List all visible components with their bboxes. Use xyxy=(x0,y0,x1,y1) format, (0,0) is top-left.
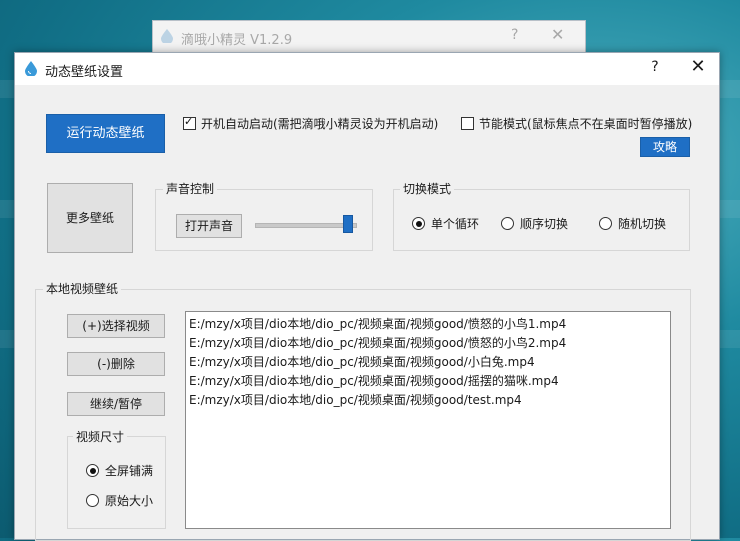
powersave-label: 节能模式(鼠标焦点不在桌面时暂停播放) xyxy=(479,117,693,131)
checkbox-checked-icon xyxy=(183,115,196,130)
checkbox-unchecked-icon xyxy=(461,117,474,130)
more-wallpapers-button[interactable]: 更多壁纸 xyxy=(47,183,133,253)
background-help-button[interactable]: ? xyxy=(511,27,518,43)
switch-mode-label: 切换模式 xyxy=(400,180,455,197)
background-close-button[interactable]: ✕ xyxy=(551,25,564,44)
list-item[interactable]: E:/mzy/x项目/dio本地/dio_pc/视频桌面/视频good/愤怒的小… xyxy=(189,315,670,334)
list-item[interactable]: E:/mzy/x项目/dio本地/dio_pc/视频桌面/视频good/test… xyxy=(189,391,670,410)
sound-control-label: 声音控制 xyxy=(163,180,218,197)
help-button[interactable]: ? xyxy=(645,59,665,75)
volume-slider-track[interactable] xyxy=(255,223,357,228)
window-title: 动态壁纸设置 xyxy=(45,65,124,80)
radio-fullscreen[interactable]: 全屏铺满 xyxy=(86,462,153,479)
radio-random[interactable]: 随机切换 xyxy=(599,215,666,232)
video-size-group xyxy=(67,436,166,529)
video-size-label: 视频尺寸 xyxy=(73,428,128,445)
radio-label: 顺序切换 xyxy=(520,217,569,231)
guide-button[interactable]: 攻略 xyxy=(640,137,690,157)
title-bar: 动态壁纸设置 ? ✕ xyxy=(15,53,719,85)
water-drop-icon xyxy=(25,61,37,76)
settings-window: 动态壁纸设置 ? ✕ 运行动态壁纸 开机自动启动(需把滴哦小精灵设为开机启动) … xyxy=(14,52,720,541)
radio-unselected-icon xyxy=(86,494,99,507)
delete-video-button[interactable]: (-)删除 xyxy=(67,352,165,376)
select-video-button[interactable]: (+)选择视频 xyxy=(67,314,165,338)
close-button[interactable]: ✕ xyxy=(687,56,709,77)
radio-selected-icon xyxy=(86,464,99,477)
radio-single-loop[interactable]: 单个循环 xyxy=(412,215,479,232)
radio-label: 随机切换 xyxy=(618,217,667,231)
autostart-checkbox[interactable]: 开机自动启动(需把滴哦小精灵设为开机启动) xyxy=(183,115,438,132)
volume-slider-thumb[interactable] xyxy=(343,215,353,233)
local-video-label: 本地视频壁纸 xyxy=(43,280,122,297)
radio-unselected-icon xyxy=(501,217,514,230)
toggle-sound-button[interactable]: 打开声音 xyxy=(176,214,242,238)
radio-label: 单个循环 xyxy=(431,217,480,231)
powersave-checkbox[interactable]: 节能模式(鼠标焦点不在桌面时暂停播放) xyxy=(461,115,692,132)
radio-sequential[interactable]: 顺序切换 xyxy=(501,215,568,232)
radio-selected-icon xyxy=(412,217,425,230)
pause-resume-button[interactable]: 继续/暂停 xyxy=(67,392,165,416)
radio-label: 原始大小 xyxy=(105,494,154,508)
list-item[interactable]: E:/mzy/x项目/dio本地/dio_pc/视频桌面/视频good/摇摆的猫… xyxy=(189,372,670,391)
autostart-label: 开机自动启动(需把滴哦小精灵设为开机启动) xyxy=(201,117,439,131)
list-item[interactable]: E:/mzy/x项目/dio本地/dio_pc/视频桌面/视频good/小白兔.… xyxy=(189,353,670,372)
video-file-list[interactable]: E:/mzy/x项目/dio本地/dio_pc/视频桌面/视频good/愤怒的小… xyxy=(185,311,671,529)
radio-unselected-icon xyxy=(599,217,612,230)
run-wallpaper-button[interactable]: 运行动态壁纸 xyxy=(46,114,165,153)
water-drop-icon xyxy=(161,29,173,43)
radio-label: 全屏铺满 xyxy=(105,464,154,478)
background-window-title: 滴哦小精灵 V1.2.9 xyxy=(181,33,293,48)
radio-original-size[interactable]: 原始大小 xyxy=(86,492,153,509)
list-item[interactable]: E:/mzy/x项目/dio本地/dio_pc/视频桌面/视频good/愤怒的小… xyxy=(189,334,670,353)
